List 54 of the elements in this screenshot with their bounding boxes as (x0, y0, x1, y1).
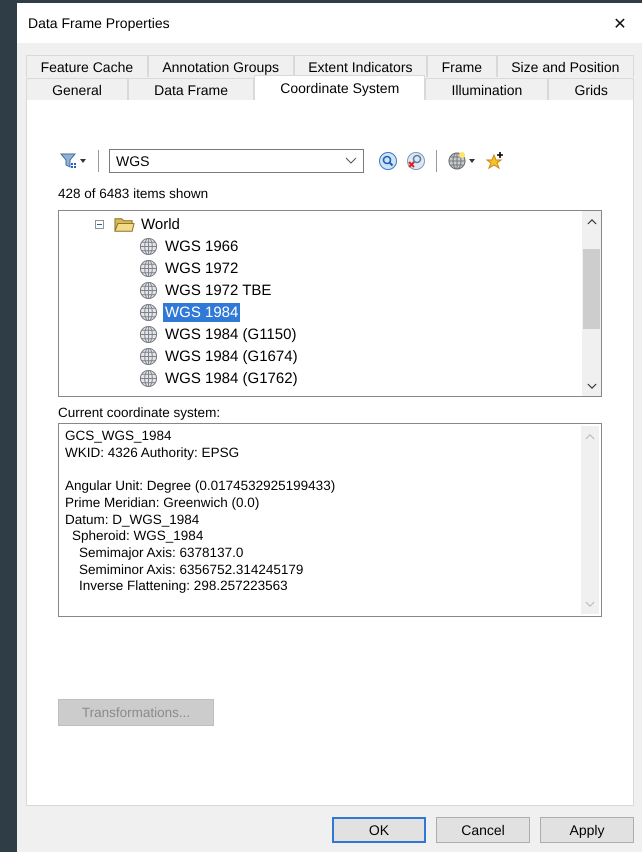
chevron-down-icon (585, 601, 595, 608)
globe-icon (138, 324, 159, 344)
tab[interactable]: Illumination (425, 78, 548, 100)
chevron-up-icon[interactable] (586, 218, 596, 225)
tab[interactable]: Feature Cache (26, 55, 148, 77)
detail-line: Angular Unit: Degree (0.0174532925199433) (65, 478, 336, 495)
tab[interactable]: Data Frame (128, 78, 254, 100)
close-button[interactable]: ✕ (598, 3, 642, 43)
tree-item[interactable]: WGS 1972 TBE (163, 280, 274, 300)
items-count: 428 of 6483 items shown (58, 186, 210, 203)
detail-line: Semiminor Axis: 6356752.314245179 (79, 562, 304, 578)
window-title: Data Frame Properties (28, 15, 170, 31)
detail-line: Datum: D_WGS_1984 (65, 512, 200, 528)
chevron-up-icon (585, 433, 595, 440)
search-icon[interactable] (378, 151, 398, 171)
detail-line: Spheroid: WGS_1984 (72, 528, 204, 545)
filter-dropdown-icon[interactable] (58, 151, 88, 171)
tree-item[interactable]: WGS 1984 (G1674) (163, 346, 300, 366)
dialog-button[interactable]: OK (332, 817, 426, 843)
tab[interactable]: General (26, 78, 128, 100)
collapse-icon[interactable] (95, 220, 104, 228)
section-label: Current coordinate system: (58, 405, 222, 422)
globe-icon (138, 346, 159, 366)
tab[interactable]: Extent Indicators (294, 55, 428, 77)
search-field[interactable]: WGS (109, 149, 364, 173)
detail-line: GCS_WGS_1984 (65, 428, 173, 445)
clear-search-icon[interactable] (406, 151, 426, 171)
detail-line: WKID: 4326 Authority: EPSG (65, 444, 240, 462)
tab[interactable]: Coordinate System (254, 75, 426, 100)
tree-item[interactable]: WGS 1984 (G1150) (163, 324, 298, 344)
tree-item[interactable]: WGS 1972 (163, 258, 240, 278)
tree-item[interactable]: WGS 1984 (163, 302, 240, 322)
tab[interactable]: Size and Position (496, 55, 634, 77)
globe-icon (138, 236, 159, 256)
dialog-button[interactable]: Apply (540, 817, 634, 843)
detail-line: Prime Meridian: Greenwich (0.0) (65, 494, 260, 512)
tab[interactable]: Annotation Groups (148, 55, 294, 77)
chevron-down-icon[interactable] (586, 383, 596, 390)
scroll-bar[interactable] (582, 211, 601, 396)
star-add-icon[interactable] (485, 151, 505, 171)
tree-item[interactable]: WGS 1984 (G1762) (163, 368, 300, 388)
tree-item[interactable]: WGS 1966 (163, 236, 240, 256)
globe-icon (138, 302, 159, 322)
detail-line: Inverse Flattening: 298.257223563 (79, 578, 289, 596)
tree-item[interactable]: World (139, 214, 182, 234)
globe-icon (138, 280, 159, 300)
chevron-down-icon[interactable] (345, 157, 357, 165)
globe-dropdown-icon[interactable] (447, 151, 477, 171)
tab[interactable]: Grids (548, 78, 634, 100)
dialog-button[interactable]: Cancel (436, 817, 530, 843)
tab[interactable]: Frame (427, 55, 497, 77)
detail-line: Semimajor Axis: 6378137.0 (79, 544, 244, 562)
globe-icon (138, 368, 159, 388)
globe-icon (138, 258, 159, 278)
